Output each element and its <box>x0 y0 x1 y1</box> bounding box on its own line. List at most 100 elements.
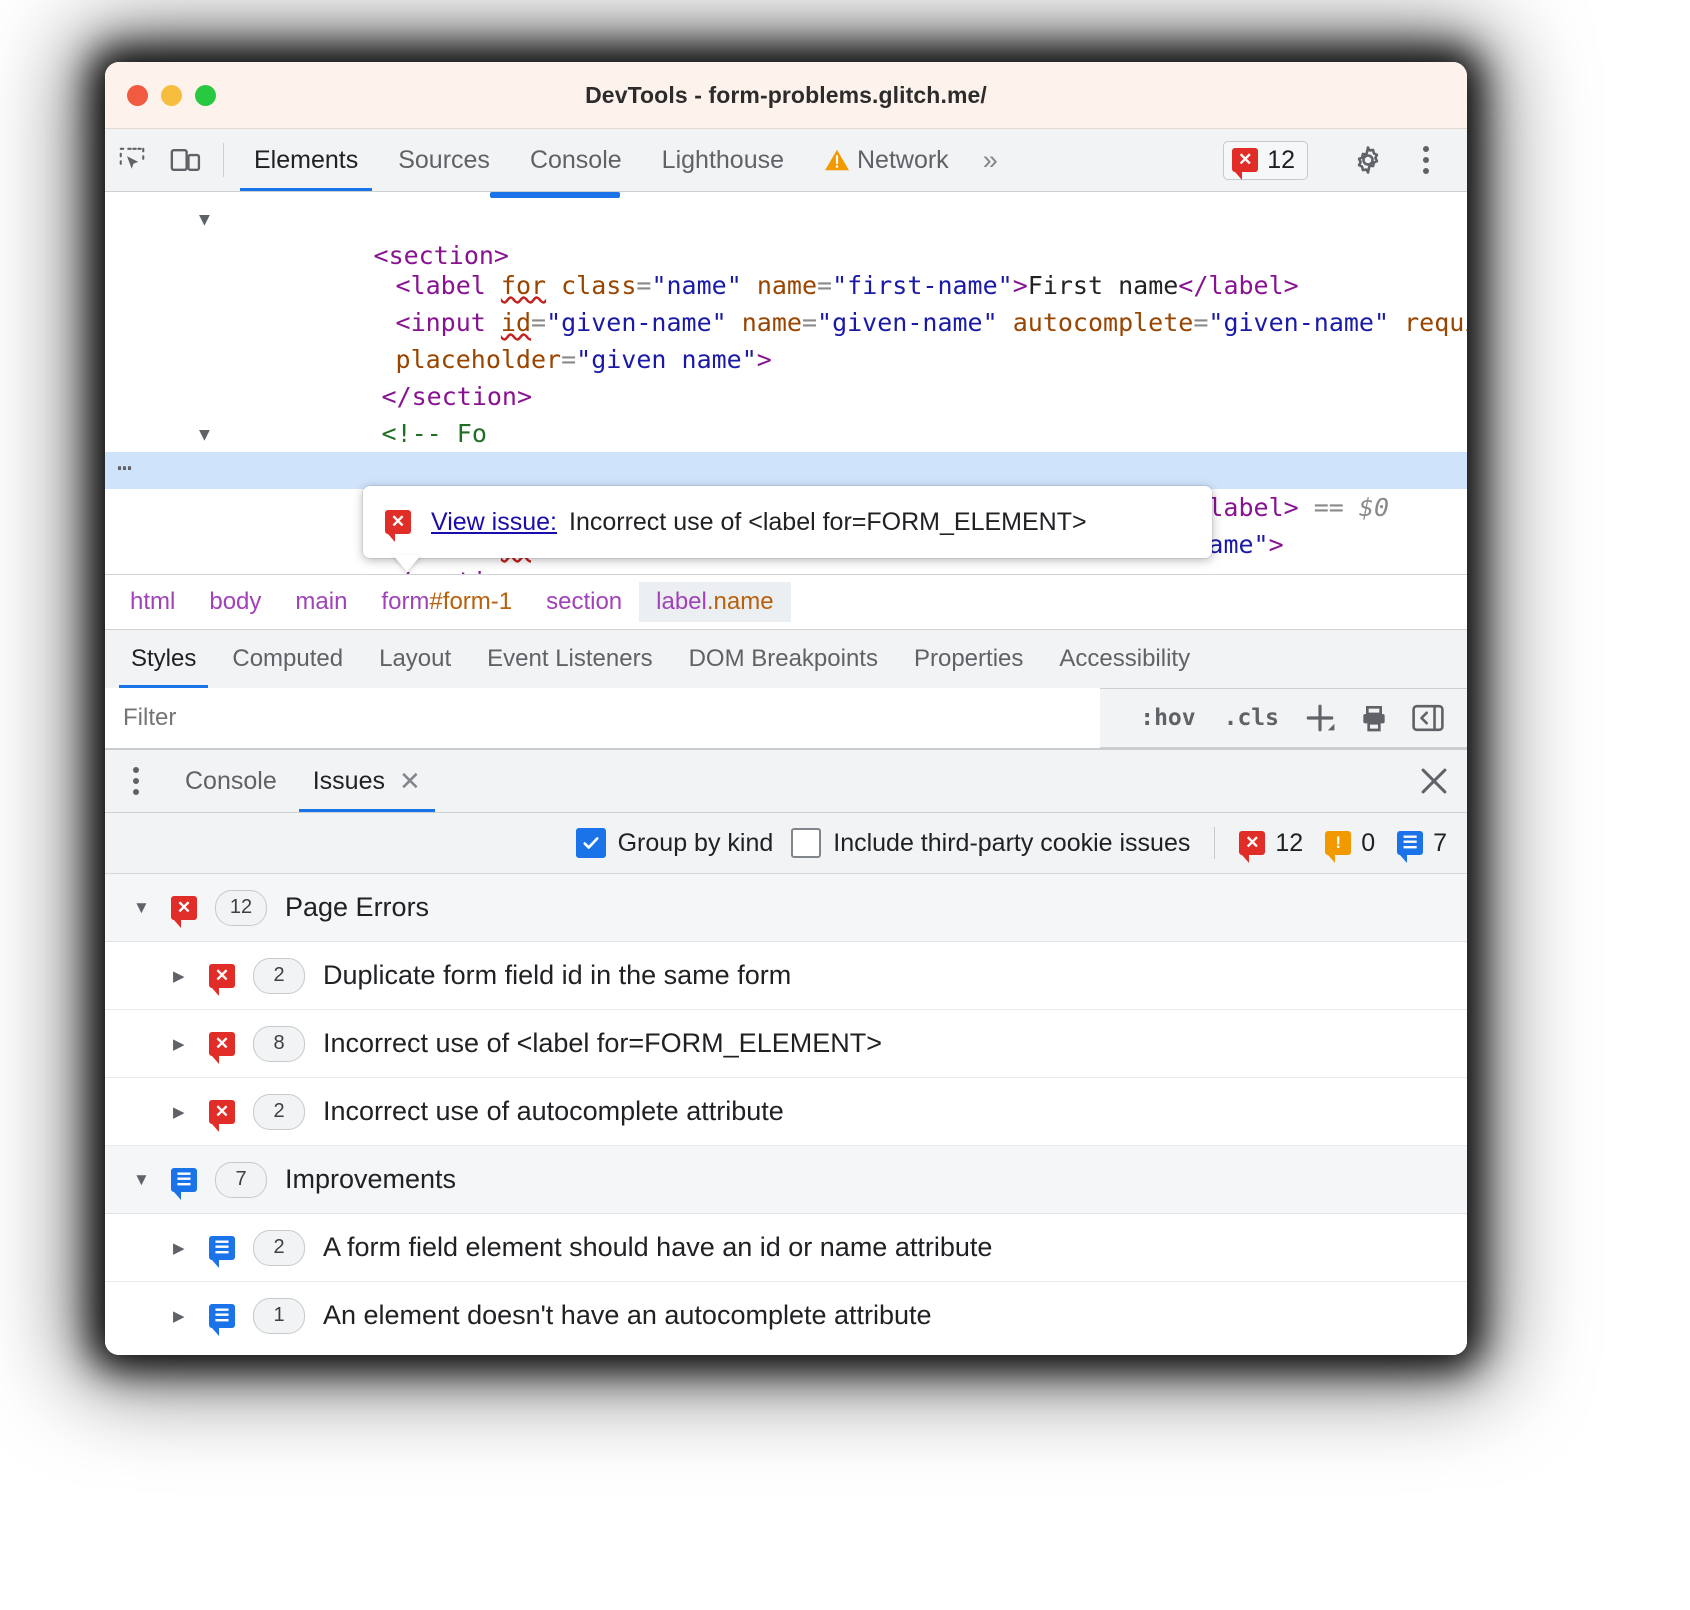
info-count-value: 7 <box>1433 829 1447 858</box>
dom-tree-panel[interactable]: ▼<section> <label for class="name" name=… <box>105 192 1467 575</box>
kebab-menu-icon[interactable] <box>1397 145 1455 175</box>
plus-new-style-rule-icon[interactable] <box>1295 696 1345 740</box>
tab-properties-label: Properties <box>914 645 1023 673</box>
tab-event-listeners[interactable]: Event Listeners <box>469 630 670 688</box>
issue-tooltip-message: Incorrect use of <label for=FORM_ELEMENT… <box>569 508 1087 537</box>
issues-list: ▼ ✕ 12 Page Errors ▶ ✕ 2 Duplicate form … <box>105 874 1467 1355</box>
devtools-toolbar: Elements Sources Console Lighthouse <box>105 129 1467 192</box>
chevron-right-icon[interactable]: ▶ <box>173 1239 191 1257</box>
tab-dom-breakpoints[interactable]: DOM Breakpoints <box>671 630 896 688</box>
dom-line-input-given-name[interactable]: <input id="given-name" name="given-name"… <box>105 267 1467 304</box>
chevron-right-icon[interactable]: ▶ <box>173 1035 191 1053</box>
breadcrumb-item-section[interactable]: section <box>529 582 639 622</box>
error-count-label: 12 <box>1267 146 1295 175</box>
warning-count-group: ! 0 <box>1325 829 1375 858</box>
tab-console[interactable]: Console <box>510 129 642 191</box>
issue-title: Incorrect use of <label for=FORM_ELEMENT… <box>323 1028 882 1059</box>
drawer-tabs: Console Issues ✕ <box>105 750 1467 813</box>
dom-line-label-middle-name[interactable]: ⋯<label for="middle-name" class="name">M… <box>105 452 1467 489</box>
tab-sources-label: Sources <box>398 146 490 175</box>
third-party-cookie-checkbox[interactable] <box>791 828 821 858</box>
drawer-kebab-menu-icon[interactable] <box>105 750 167 812</box>
chevron-right-icon[interactable]: ▶ <box>173 1307 191 1325</box>
error-count-value: 12 <box>1275 829 1303 858</box>
toggle-print-media-icon[interactable] <box>1349 696 1399 740</box>
dom-row-more-icon[interactable]: ⋯ <box>117 449 134 486</box>
breadcrumb-label-label: label <box>656 588 707 615</box>
expand-arrow-icon-2[interactable]: ▼ <box>199 416 210 453</box>
drawer-tab-issues[interactable]: Issues ✕ <box>295 750 439 812</box>
breadcrumb-item-body[interactable]: body <box>192 582 278 622</box>
tab-accessibility[interactable]: Accessibility <box>1041 630 1208 688</box>
dom-line-input-placeholder[interactable]: placeholder="given name"> <box>105 304 1467 341</box>
breadcrumb-item-main[interactable]: main <box>278 582 364 622</box>
error-badge-icon: ✕ <box>209 1032 235 1056</box>
group-by-kind-checkbox[interactable] <box>576 828 606 858</box>
tab-elements[interactable]: Elements <box>234 129 378 191</box>
group-by-kind-checkbox-group[interactable]: Group by kind <box>576 828 774 858</box>
info-count-group: ☰ 7 <box>1397 829 1447 858</box>
device-toolbar-icon[interactable] <box>159 129 213 191</box>
issue-group-title: Page Errors <box>285 892 429 923</box>
breadcrumb-mod-label: .name <box>707 588 774 615</box>
dom-line-label-first-name[interactable]: <label for class="name" name="first-name… <box>105 230 1467 267</box>
more-tabs-button[interactable]: » <box>969 129 1008 191</box>
issue-group-page-errors[interactable]: ▼ ✕ 12 Page Errors <box>105 874 1467 942</box>
issue-group-improvements[interactable]: ▼ ☰ 7 Improvements <box>105 1146 1467 1214</box>
third-party-cookie-checkbox-group[interactable]: Include third-party cookie issues <box>791 828 1190 858</box>
gear-icon[interactable] <box>1339 144 1397 176</box>
chevron-down-icon[interactable]: ▼ <box>133 898 153 918</box>
devtools-window: DevTools - form-problems.glitch.me/ Elem… <box>105 62 1467 1355</box>
drawer-tab-console[interactable]: Console <box>167 750 295 812</box>
toggle-element-state-button[interactable]: :hov <box>1128 699 1207 737</box>
error-badge-icon: ✕ <box>209 964 235 988</box>
tab-computed-label: Computed <box>232 645 343 673</box>
drawer-tab-console-label: Console <box>185 767 277 796</box>
issue-tooltip[interactable]: ✕ View issue: Incorrect use of <label fo… <box>363 486 1212 558</box>
inspect-element-icon[interactable] <box>105 129 159 191</box>
dom-line-comment[interactable]: <!-- Fo <box>105 378 1467 415</box>
tab-computed[interactable]: Computed <box>214 630 361 688</box>
dom-line-section-open-2[interactable]: ▼<section> <box>105 415 1467 452</box>
tab-layout[interactable]: Layout <box>361 630 469 688</box>
issue-row-id-or-name[interactable]: ▶ ☰ 2 A form field element should have a… <box>105 1214 1467 1282</box>
sidebar-pane-tabs: Styles Computed Layout Event Listeners D… <box>105 630 1467 689</box>
breadcrumb-item-form[interactable]: form#form-1 <box>364 582 529 622</box>
computed-sidebar-toggle-icon[interactable] <box>1403 696 1453 740</box>
toggle-class-editor-button[interactable]: .cls <box>1212 699 1291 737</box>
third-party-cookie-label: Include third-party cookie issues <box>833 829 1190 858</box>
scroll-indicator <box>490 192 620 198</box>
error-count-button[interactable]: ✕ 12 <box>1223 141 1308 180</box>
tab-event-listeners-label: Event Listeners <box>487 645 652 673</box>
view-issue-link[interactable]: View issue: <box>431 508 557 537</box>
tab-lighthouse[interactable]: Lighthouse <box>642 129 804 191</box>
issue-row-autocomplete[interactable]: ▶ ✕ 2 Incorrect use of autocomplete attr… <box>105 1078 1467 1146</box>
issue-row-label-for[interactable]: ▶ ✕ 8 Incorrect use of <label for=FORM_E… <box>105 1010 1467 1078</box>
issue-count: 2 <box>253 1230 305 1266</box>
close-tab-icon[interactable]: ✕ <box>399 766 421 797</box>
issue-count: 1 <box>253 1298 305 1334</box>
issue-row-no-autocomplete[interactable]: ▶ ☰ 1 An element doesn't have an autocom… <box>105 1282 1467 1349</box>
styles-toolbar: :hov .cls <box>1128 696 1467 740</box>
info-badge-icon: ☰ <box>171 1168 197 1192</box>
toolbar-right-group: ✕ 12 <box>1223 129 1467 191</box>
tab-elements-label: Elements <box>254 146 358 175</box>
close-icon[interactable] <box>1401 750 1467 812</box>
tab-sources[interactable]: Sources <box>378 129 510 191</box>
tab-lighthouse-label: Lighthouse <box>662 146 784 175</box>
breadcrumb-item-html[interactable]: html <box>113 582 192 622</box>
dom-line-section-open-1[interactable]: ▼<section> <box>105 200 1467 230</box>
tab-properties[interactable]: Properties <box>896 630 1041 688</box>
chevron-right-icon[interactable]: ▶ <box>173 1103 191 1121</box>
tab-network[interactable]: Network <box>804 129 969 191</box>
error-badge-icon: ✕ <box>1239 831 1265 855</box>
dom-line-section-close-1[interactable]: </section> <box>105 341 1467 378</box>
chevron-down-icon[interactable]: ▼ <box>133 1170 153 1190</box>
drawer-tab-issues-label: Issues <box>313 767 385 796</box>
tab-styles[interactable]: Styles <box>113 630 214 688</box>
filter-input[interactable] <box>105 688 1100 748</box>
window-titlebar: DevTools - form-problems.glitch.me/ <box>105 62 1467 129</box>
breadcrumb-item-label[interactable]: label.name <box>639 582 790 622</box>
chevron-right-icon[interactable]: ▶ <box>173 967 191 985</box>
issue-row-duplicate-id[interactable]: ▶ ✕ 2 Duplicate form field id in the sam… <box>105 942 1467 1010</box>
